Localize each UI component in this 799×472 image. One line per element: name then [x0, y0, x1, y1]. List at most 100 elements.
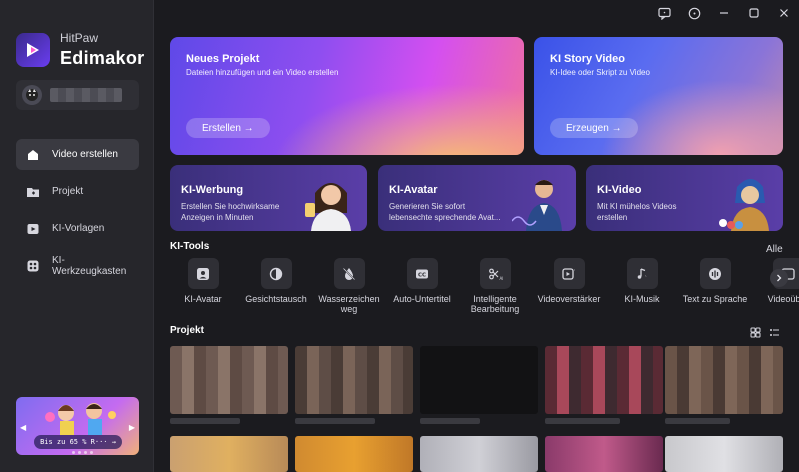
feature-desc: Mit KI mühelos Videos erstellen — [597, 202, 677, 222]
ad-person-illustration — [305, 183, 351, 231]
sidebar-nav: Video erstellen Projekt KI-Vorlagen KI-W… — [16, 139, 139, 287]
feature-title: KI-Avatar — [389, 184, 438, 196]
sidebar: HitPaw Edimakor Video erstellen Projekt … — [0, 0, 154, 472]
chevron-right-icon — [777, 274, 782, 282]
brand-name: Edimakor — [60, 48, 145, 68]
tool-text-zu-sprache[interactable]: Text zu Sprache — [682, 258, 748, 304]
story-video-subtitle: KI-Idee oder Skript zu Video — [550, 68, 650, 77]
tool-gesichtstausch[interactable]: Gesichtstausch — [243, 258, 309, 304]
window-controls — [657, 6, 791, 20]
tools-row: KI-Avatar Gesichtstausch Wasserzeichen w… — [170, 258, 799, 318]
avatar-icon — [187, 258, 219, 289]
project-thumbnail[interactable] — [420, 436, 538, 472]
tools-title: KI-Tools — [170, 241, 210, 252]
create-button[interactable]: Erstellen → — [186, 118, 270, 138]
feature-title: KI-Video — [597, 184, 642, 196]
feature-desc: Generieren Sie sofort lebensechte sprech… — [389, 202, 501, 222]
minimize-icon[interactable] — [717, 6, 731, 20]
face-swap-icon — [260, 258, 292, 289]
new-project-card[interactable]: Neues Projekt Dateien hinzufügen und ein… — [170, 37, 524, 155]
tool-label: KI-Musik — [624, 294, 660, 304]
feature-desc: Erstellen Sie hochwirksame Anzeigen in M… — [181, 202, 280, 222]
feature-card-ki-werbung[interactable]: KI-Werbung Erstellen Sie hochwirksame An… — [170, 165, 367, 231]
project-thumbnail[interactable] — [665, 436, 783, 472]
maximize-icon[interactable] — [747, 6, 761, 20]
sidebar-item-label: KI-Vorlagen — [52, 223, 105, 234]
promo-offer: Bis zu 65 % R··· → — [34, 435, 122, 449]
tool-label: KI-Avatar — [184, 294, 222, 304]
promo-next-icon[interactable]: ▶ — [129, 423, 135, 432]
promo-prev-icon[interactable]: ◀ — [20, 423, 26, 432]
tool-ki-avatar[interactable]: KI-Avatar — [170, 258, 236, 304]
feature-card-ki-video[interactable]: KI-Video Mit KI mühelos Videos erstellen — [586, 165, 783, 231]
project-name-blurred — [295, 418, 375, 424]
story-video-card[interactable]: KI Story Video KI-Idee oder Skript zu Vi… — [534, 37, 783, 155]
project-thumbnail[interactable] — [420, 346, 538, 414]
tool-wasserzeichen-weg[interactable]: Wasserzeichen weg — [316, 258, 382, 314]
projects-title: Projekt — [170, 325, 204, 336]
sidebar-item-label: Projekt — [52, 186, 84, 197]
tool-label: Videoverstärker — [537, 294, 601, 304]
project-thumbnail[interactable] — [545, 436, 663, 472]
tool-intelligente-bearbeitung[interactable]: AI Intelligente Bearbeitung — [462, 258, 528, 314]
toolbox-icon — [27, 260, 39, 271]
tts-icon — [699, 258, 731, 289]
project-name-blurred — [545, 418, 620, 424]
template-icon — [27, 223, 39, 234]
grid-view-icon[interactable] — [750, 327, 761, 338]
video-enhance-icon — [553, 258, 585, 289]
user-name-blurred — [50, 88, 122, 102]
tool-ki-musik[interactable]: KI-Musik — [609, 258, 675, 304]
svg-text:CC: CC — [418, 272, 426, 278]
avatar — [22, 85, 42, 105]
close-icon[interactable] — [777, 6, 791, 20]
tool-videoverstaerker[interactable]: Videoverstärker — [536, 258, 602, 304]
project-name-blurred — [170, 418, 240, 424]
subtitle-icon: CC — [406, 258, 438, 289]
tools-all-link[interactable]: Alle — [766, 244, 783, 255]
project-thumbnail[interactable] — [170, 436, 288, 472]
promo-banner[interactable]: ◀ ▶ Bis zu 65 % R··· → — [16, 397, 139, 455]
edimakor-logo — [16, 33, 50, 67]
watermark-remove-icon — [333, 258, 365, 289]
story-video-title: KI Story Video — [550, 53, 625, 65]
sidebar-item-video-erstellen[interactable]: Video erstellen — [16, 139, 139, 170]
user-account[interactable] — [16, 80, 139, 110]
new-project-title: Neues Projekt — [186, 53, 260, 65]
new-project-subtitle: Dateien hinzufügen und ein Video erstell… — [186, 68, 339, 77]
avatar-person-illustration — [512, 180, 562, 231]
painting-illustration — [719, 179, 769, 231]
brand-top: HitPaw — [60, 31, 99, 45]
sidebar-item-ki-vorlagen[interactable]: KI-Vorlagen — [16, 213, 139, 244]
tool-label: Text zu Sprache — [682, 294, 748, 304]
feedback-icon[interactable] — [657, 6, 671, 20]
folder-icon — [27, 187, 39, 197]
tool-label: Wasserzeichen weg — [318, 294, 380, 314]
project-thumbnail[interactable] — [170, 346, 288, 414]
feature-card-ki-avatar[interactable]: KI-Avatar Generieren Sie sofort lebensec… — [378, 165, 576, 231]
tool-label: Gesichtstausch — [245, 294, 307, 304]
tool-label: Intelligente Bearbeitung — [470, 294, 520, 314]
tools-next-button[interactable] — [770, 269, 788, 287]
project-thumbnail[interactable] — [295, 436, 413, 472]
promo-text: Bis zu 65 % R··· — [40, 438, 108, 446]
project-thumbnail[interactable] — [665, 346, 783, 414]
feature-title: KI-Werbung — [181, 184, 244, 196]
project-thumbnail[interactable] — [295, 346, 413, 414]
tool-auto-untertitel[interactable]: CC Auto-Untertitel — [389, 258, 455, 304]
tool-label: Videoüber — [767, 294, 799, 304]
promo-dots — [72, 451, 93, 454]
generate-button[interactable]: Erzeugen → — [550, 118, 638, 138]
tool-label: Auto-Untertitel — [393, 294, 451, 304]
sidebar-item-projekt[interactable]: Projekt — [16, 176, 139, 207]
project-name-blurred — [420, 418, 480, 424]
music-icon — [626, 258, 658, 289]
sidebar-item-ki-werkzeugkasten[interactable]: KI-Werkzeugkasten — [16, 250, 139, 281]
app-window: HitPaw Edimakor Video erstellen Projekt … — [0, 0, 799, 472]
smart-edit-icon: AI — [479, 258, 511, 289]
project-thumbnail[interactable] — [545, 346, 663, 414]
svg-text:AI: AI — [500, 276, 504, 281]
promo-illustration — [45, 403, 116, 435]
help-icon[interactable] — [687, 6, 701, 20]
list-view-icon[interactable] — [769, 327, 780, 338]
